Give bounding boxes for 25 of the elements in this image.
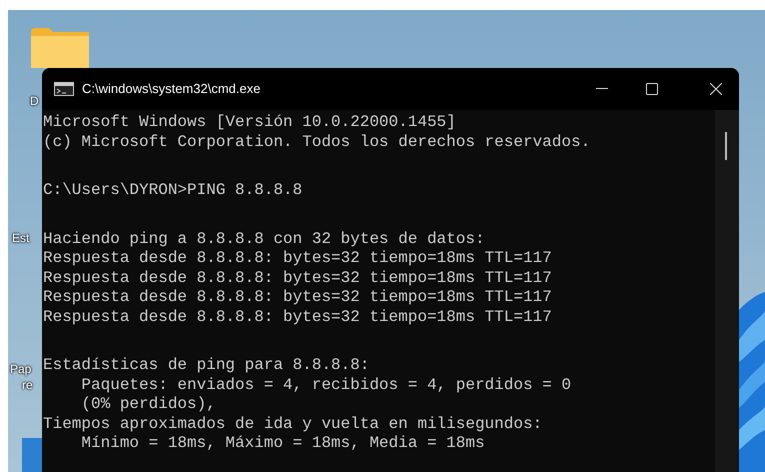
terminal-icon — [54, 82, 74, 96]
desktop-icon-label[interactable]: Est — [12, 231, 30, 245]
console-line: Paquetes: enviados = 4, recibidos = 4, perdidos = 0 — [80, 376, 572, 395]
console-line: Respuesta desde 8.8.8.8: bytes=32 tiempo=18ms TTL=117 — [43, 288, 553, 308]
console-line: Respuesta desde 8.8.8.8: bytes=32 tiempo=18ms TTL=117 — [43, 268, 553, 288]
folder-icon[interactable] — [31, 28, 89, 68]
desktop-icon-label[interactable]: re — [22, 378, 33, 392]
desktop-icon-label[interactable]: Pap — [10, 362, 32, 376]
console-line: Mínimo = 18ms, Máximo = 18ms, Media = 18ms — [80, 434, 486, 454]
close-icon — [710, 83, 722, 95]
scrollbar-thumb[interactable] — [725, 132, 727, 160]
console-line: Haciendo ping a 8.8.8.8 con 32 bytes de datos: — [43, 230, 486, 249]
console-line: Respuesta desde 8.8.8.8: bytes=32 tiempo=18ms TTL=117 — [43, 249, 553, 268]
console-line: Respuesta desde 8.8.8.8: bytes=32 tiempo=18ms TTL=117 — [43, 308, 553, 327]
console-line: Tiempos aproximados de ida y vuelta en milisegundos: — [43, 414, 544, 434]
console-line: Microsoft Windows [Versión 10.0.22000.1455] — [43, 113, 457, 132]
scrollbar[interactable] — [715, 110, 739, 472]
console-line: (c) Microsoft Corporation. Todos los derechos reservados. — [43, 132, 592, 152]
minimize-icon — [596, 88, 608, 90]
maximize-icon — [646, 83, 658, 95]
console-line: (0% perdidos), — [80, 395, 217, 414]
window-title: C:\windows\system32\cmd.exe — [82, 80, 260, 98]
console-line: Estadísticas de ping para 8.8.8.8: — [43, 356, 370, 376]
desktop-icon-label[interactable]: D — [30, 94, 39, 108]
console-line: C:\Users\DYRON>PING 8.8.8.8 — [43, 181, 304, 200]
